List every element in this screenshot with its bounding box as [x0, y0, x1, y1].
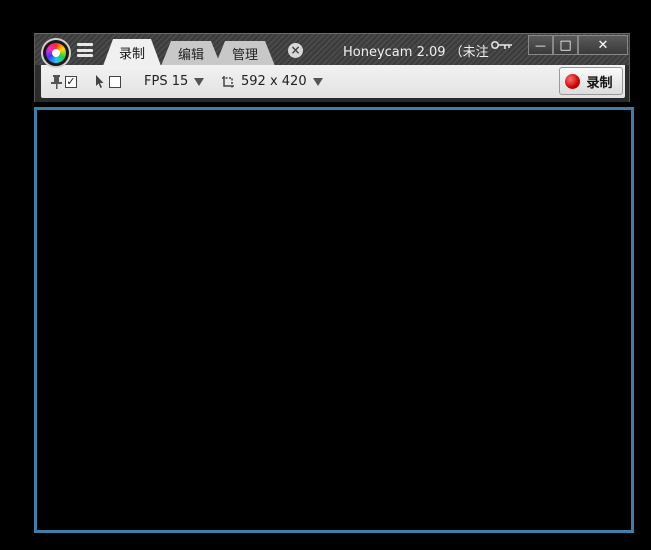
record-button-label: 录制 — [586, 75, 613, 91]
close-icon: ✕ — [597, 37, 609, 53]
size-dropdown[interactable]: 592 x 420 — [221, 65, 323, 98]
honeycam-logo-icon[interactable] — [41, 38, 71, 68]
toolbar: ✓ FPS 15 592 x 420 录制 — [34, 65, 630, 102]
chevron-down-icon — [312, 77, 323, 86]
key-icon[interactable] — [491, 40, 513, 52]
pin-checkbox[interactable]: ✓ — [65, 75, 77, 88]
tab-close-icon[interactable]: × — [288, 43, 303, 58]
window-title: Honeycam 2.09 （未注 — [343, 45, 489, 60]
cursor-checkbox[interactable] — [109, 75, 121, 88]
honeycam-window: 录制 编辑 管理 × Honeycam 2.09 （未注 — □ ✕ ✓ FPS… — [34, 33, 634, 535]
toolbar-panel: ✓ FPS 15 592 x 420 录制 — [41, 65, 625, 98]
minimize-button[interactable]: — — [528, 35, 553, 55]
tab-record[interactable]: 录制 — [103, 39, 161, 66]
title-bar[interactable]: 录制 编辑 管理 × Honeycam 2.09 （未注 — □ ✕ — [34, 33, 630, 68]
size-label: 592 x 420 — [241, 74, 307, 89]
tab-edit[interactable]: 编辑 — [161, 41, 221, 66]
mouse-cursor-icon — [96, 74, 104, 88]
tab-record-label: 录制 — [118, 47, 145, 62]
maximize-icon: □ — [559, 37, 572, 53]
close-button[interactable]: ✕ — [578, 35, 628, 55]
tab-edit-label: 编辑 — [177, 48, 204, 63]
maximize-button[interactable]: □ — [553, 35, 578, 55]
minimize-icon: — — [535, 38, 546, 52]
capture-area[interactable] — [34, 107, 634, 533]
pin-option: ✓ — [51, 65, 77, 98]
cursor-option — [95, 65, 121, 98]
tab-manage-label: 管理 — [231, 48, 258, 63]
tab-manage[interactable]: 管理 — [215, 41, 275, 66]
chevron-down-icon — [194, 77, 205, 86]
pin-icon — [51, 74, 62, 89]
hamburger-menu-icon[interactable] — [77, 42, 93, 58]
record-dot-icon — [565, 73, 581, 89]
record-button[interactable]: 录制 — [559, 67, 623, 95]
fps-label: FPS 15 — [144, 74, 189, 89]
fps-dropdown[interactable]: FPS 15 — [144, 65, 205, 98]
resize-icon — [222, 75, 234, 88]
